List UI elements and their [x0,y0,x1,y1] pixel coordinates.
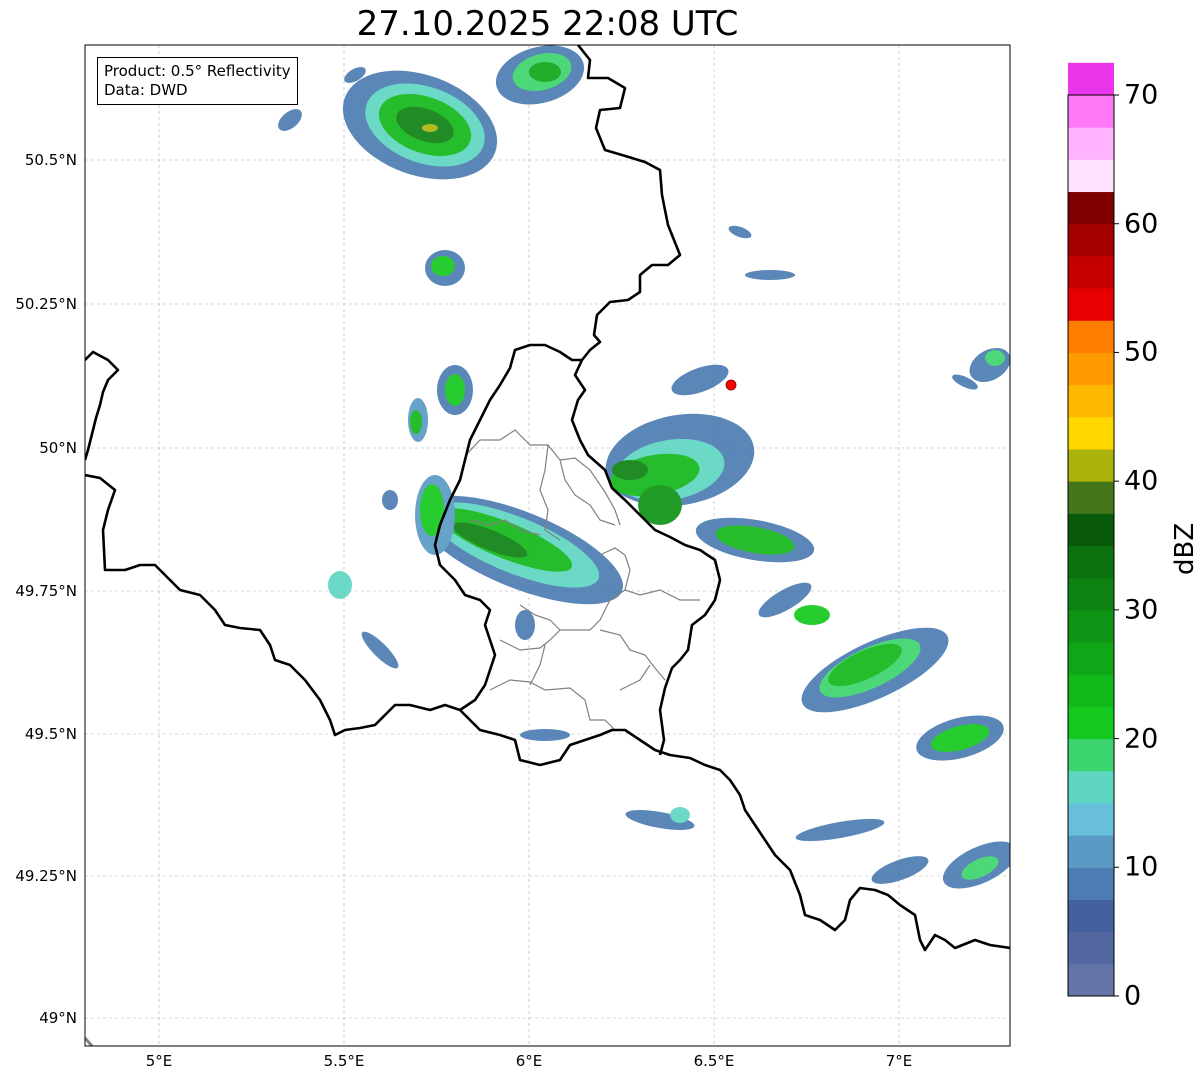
colorbar-segment [1068,481,1114,514]
colorbar-segment [1068,609,1114,643]
colorbar-tick-label: 50 [1124,336,1159,368]
colorbar-segment [1068,95,1114,128]
colorbar-segment [1068,931,1114,965]
colorbar-segment [1068,384,1114,418]
colorbar-segment [1068,899,1114,933]
colorbar-tick-label: 70 [1124,79,1159,111]
y-tick-label: 50.5°N [24,151,77,169]
x-tick-label: 7°E [885,1052,913,1070]
colorbar-tick-label: 30 [1124,594,1159,626]
x-tick-label: 6°E [515,1052,543,1070]
colorbar-label: dBZ [1170,522,1200,575]
colorbar-tick-label: 20 [1124,723,1159,755]
colorbar-segment [1068,738,1114,772]
colorbar-segment [1068,223,1114,257]
colorbar-segment [1068,62,1114,96]
colorbar-segment [1068,416,1114,450]
radar-map [84,44,1119,1047]
colorbar-segment [1068,770,1114,804]
colorbar-segment [1068,642,1114,675]
colorbar-segment [1068,867,1114,900]
x-tick-label: 5.5°E [323,1052,365,1070]
colorbar-tick-label: 60 [1124,208,1159,240]
product-text: Product: 0.5° Reflectivity [104,62,291,80]
colorbar-segment [1068,127,1114,160]
colorbar-segment [1068,802,1114,836]
y-tick-label: 50.25°N [15,295,77,313]
colorbar-tick-label: 10 [1124,851,1159,883]
info-box: Product: 0.5° Reflectivity Data: DWD [97,57,298,105]
y-tick-label: 49.75°N [15,582,77,600]
radar-site-marker [725,379,737,391]
colorbar-segment [1068,255,1114,289]
data-source-text: Data: DWD [104,81,188,99]
x-tick-label: 5°E [145,1052,173,1070]
colorbar-segment [1068,674,1114,707]
colorbar-segment [1068,352,1114,386]
colorbar-segment [1068,577,1114,611]
y-tick-label: 49°N [39,1009,77,1027]
colorbar-segment [1068,545,1114,579]
colorbar-segment [1068,963,1114,997]
x-tick-label: 6.5°E [693,1052,735,1070]
map-title: 27.10.2025 22:08 UTC [356,4,739,44]
colorbar [1067,62,1119,997]
colorbar-segment [1068,191,1114,225]
colorbar-segment [1068,706,1114,740]
colorbar-segment [1068,835,1114,868]
y-tick-label: 50°N [39,439,77,457]
colorbar-tick-label: 40 [1124,465,1159,497]
colorbar-segment [1068,513,1114,546]
colorbar-tick-label: 0 [1124,980,1142,1012]
y-tick-label: 49.25°N [15,867,77,885]
colorbar-segment [1068,159,1114,193]
colorbar-segment [1068,448,1114,482]
colorbar-segment [1068,320,1114,353]
y-tick-label: 49.5°N [24,725,77,743]
colorbar-segment [1068,288,1114,321]
